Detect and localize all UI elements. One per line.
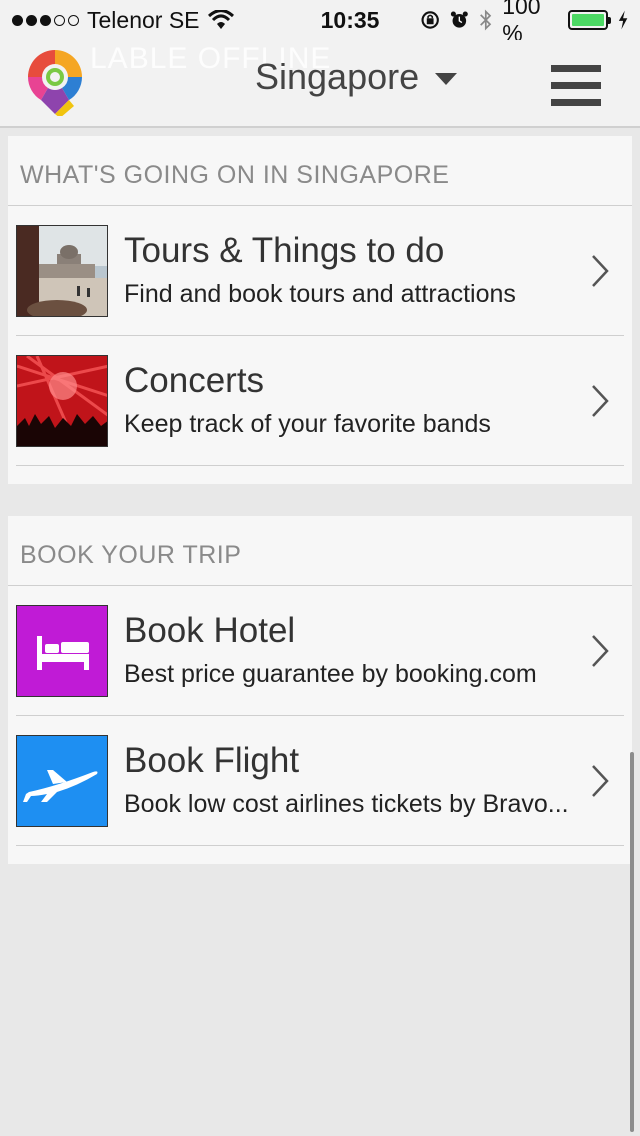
section-title: WHAT'S GOING ON IN SINGAPORE: [8, 136, 632, 206]
list-item-concerts[interactable]: Concerts Keep track of your favorite ban…: [16, 336, 624, 466]
app-logo[interactable]: [24, 46, 86, 116]
bluetooth-icon: [479, 9, 491, 31]
book-trip-section: BOOK YOUR TRIP Book Hotel Best price gua…: [8, 516, 632, 864]
city-label: Singapore: [255, 56, 420, 97]
item-title: Book Flight: [124, 740, 300, 780]
scrollbar[interactable]: [630, 752, 634, 1132]
app-header: LABLE OFFLINE Singapore: [0, 40, 640, 128]
airplane-icon: [16, 734, 108, 827]
whats-going-on-section: WHAT'S GOING ON IN SINGAPORE Tours & Thi…: [8, 136, 632, 484]
bed-icon: [16, 604, 108, 697]
item-title: Book Hotel: [124, 610, 296, 650]
section-title: BOOK YOUR TRIP: [8, 516, 632, 586]
hamburger-icon-bar: [551, 98, 601, 106]
chevron-right-icon: [592, 764, 609, 797]
menu-button[interactable]: [540, 54, 612, 116]
carrier-name: Telenor SE: [87, 6, 200, 33]
hamburger-icon-bar: [551, 81, 601, 89]
item-subtitle: Find and book tours and attractions: [124, 279, 516, 308]
item-subtitle: Keep track of your favorite bands: [124, 409, 491, 438]
list-item-tours[interactable]: Tours & Things to do Find and book tours…: [16, 206, 624, 336]
wifi-icon: [207, 10, 234, 29]
chevron-down-icon: [435, 73, 458, 85]
hamburger-icon: [551, 64, 601, 72]
item-title: Concerts: [124, 360, 265, 400]
list-item-hotel[interactable]: Book Hotel Best price guarantee by booki…: [16, 586, 624, 716]
tours-thumbnail: [16, 224, 108, 317]
item-subtitle: Best price guarantee by booking.com: [124, 659, 537, 688]
status-bar: Telenor SE 10:35 100 %: [0, 0, 640, 46]
battery-icon: [567, 10, 612, 30]
concerts-thumbnail: [16, 354, 108, 447]
clock: 10:35: [320, 6, 380, 33]
chevron-right-icon: [592, 254, 609, 287]
chevron-right-icon: [592, 384, 609, 417]
item-subtitle: Book low cost airlines tickets by Bravo.…: [124, 789, 569, 818]
charging-bolt-icon: [618, 10, 628, 30]
signal-strength-icon: [12, 14, 79, 26]
list-item-flight[interactable]: Book Flight Book low cost airlines ticke…: [16, 716, 624, 846]
rotation-lock-icon: [421, 11, 439, 29]
chevron-right-icon: [592, 634, 609, 667]
city-selector[interactable]: Singapore: [255, 56, 458, 98]
alarm-icon: [450, 11, 468, 28]
item-title: Tours & Things to do: [124, 230, 445, 270]
